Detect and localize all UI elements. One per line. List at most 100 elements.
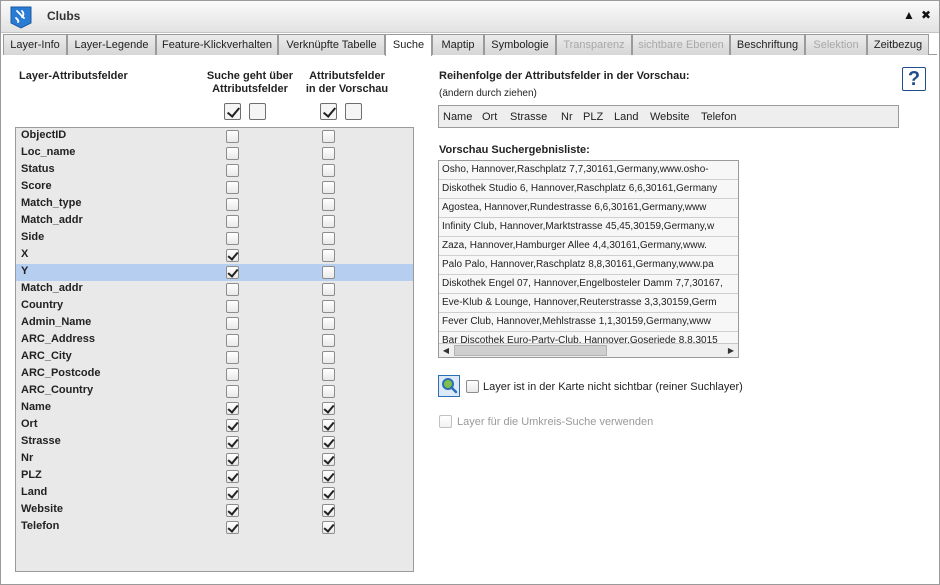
field-row[interactable]: X	[16, 247, 413, 264]
preview-result-row[interactable]: Zaza, Hannover,Hamburger Allee 4,4,30161…	[439, 237, 738, 256]
field-row[interactable]: Match_addr	[16, 281, 413, 298]
order-field-item[interactable]: Ort	[482, 111, 497, 123]
order-field-item[interactable]: PLZ	[583, 111, 603, 123]
field-row[interactable]: Land	[16, 485, 413, 502]
preview-field-checkbox[interactable]	[322, 198, 335, 211]
tab-zeitbezug[interactable]: Zeitbezug	[867, 34, 929, 55]
search-field-checkbox[interactable]	[226, 521, 239, 534]
preview-select-none-checkbox[interactable]	[345, 103, 362, 120]
field-row[interactable]: Admin_Name	[16, 315, 413, 332]
tab-symbologie[interactable]: Symbologie	[484, 34, 556, 55]
tab-sichtbare-ebenen[interactable]: sichtbare Ebenen	[632, 34, 730, 55]
order-field-item[interactable]: Telefon	[701, 111, 736, 123]
preview-result-row[interactable]: Eve-Klub & Lounge, Hannover,Reuterstrass…	[439, 294, 738, 313]
field-row[interactable]: Nr	[16, 451, 413, 468]
order-field-item[interactable]: Website	[650, 111, 690, 123]
collapse-icon[interactable]: ▲	[902, 8, 916, 22]
field-row[interactable]: ARC_Address	[16, 332, 413, 349]
tab-suche[interactable]: Suche	[385, 34, 432, 56]
order-field-item[interactable]: Nr	[561, 111, 573, 123]
preview-field-checkbox[interactable]	[322, 419, 335, 432]
field-row[interactable]: Ort	[16, 417, 413, 434]
preview-field-checkbox[interactable]	[322, 453, 335, 466]
preview-field-checkbox[interactable]	[322, 181, 335, 194]
search-field-checkbox[interactable]	[226, 351, 239, 364]
preview-select-all-checkbox[interactable]	[320, 103, 337, 120]
tab-layer-info[interactable]: Layer-Info	[3, 34, 67, 55]
preview-field-checkbox[interactable]	[322, 521, 335, 534]
close-icon[interactable]: ✖	[919, 8, 933, 22]
search-field-checkbox[interactable]	[226, 249, 239, 262]
search-field-checkbox[interactable]	[226, 402, 239, 415]
search-select-none-checkbox[interactable]	[249, 103, 266, 120]
preview-result-row[interactable]: Osho, Hannover,Raschplatz 7,7,30161,Germ…	[439, 161, 738, 180]
preview-horizontal-scrollbar[interactable]: ◀ ▶	[439, 343, 738, 357]
scrollbar-thumb[interactable]	[454, 345, 607, 356]
search-select-all-checkbox[interactable]	[224, 103, 241, 120]
preview-result-row[interactable]: Palo Palo, Hannover,Raschplatz 8,8,30161…	[439, 256, 738, 275]
tab-feature-klickverhalten[interactable]: Feature-Klickverhalten	[156, 34, 278, 55]
preview-field-checkbox[interactable]	[322, 164, 335, 177]
field-row[interactable]: Telefon	[16, 519, 413, 536]
preview-field-checkbox[interactable]	[322, 402, 335, 415]
tab-maptip[interactable]: Maptip	[432, 34, 484, 55]
tab-selektion[interactable]: Selektion	[805, 34, 867, 55]
attribute-field-list[interactable]: ObjectID Loc_name Status Score Match_type Mat…	[15, 127, 414, 572]
search-field-checkbox[interactable]	[226, 164, 239, 177]
radius-search-checkbox[interactable]	[439, 415, 452, 428]
preview-field-checkbox[interactable]	[322, 130, 335, 143]
field-row[interactable]: ARC_Postcode	[16, 366, 413, 383]
preview-field-checkbox[interactable]	[322, 215, 335, 228]
field-row[interactable]: ARC_City	[16, 349, 413, 366]
preview-field-checkbox[interactable]	[322, 317, 335, 330]
field-row[interactable]: Loc_name	[16, 145, 413, 162]
search-field-checkbox[interactable]	[226, 181, 239, 194]
tab-beschriftung[interactable]: Beschriftung	[730, 34, 805, 55]
field-row[interactable]: Side	[16, 230, 413, 247]
scroll-left-icon[interactable]: ◀	[440, 345, 452, 357]
search-field-checkbox[interactable]	[226, 419, 239, 432]
search-field-checkbox[interactable]	[226, 385, 239, 398]
search-field-checkbox[interactable]	[226, 504, 239, 517]
search-field-checkbox[interactable]	[226, 266, 239, 279]
search-field-checkbox[interactable]	[226, 453, 239, 466]
preview-result-row[interactable]: Diskothek Studio 6, Hannover,Raschplatz …	[439, 180, 738, 199]
search-field-checkbox[interactable]	[226, 368, 239, 381]
field-row[interactable]: Y	[16, 264, 413, 281]
search-field-checkbox[interactable]	[226, 147, 239, 160]
field-row[interactable]: Name	[16, 400, 413, 417]
help-button[interactable]: ?	[902, 67, 926, 91]
field-row[interactable]: Country	[16, 298, 413, 315]
search-field-checkbox[interactable]	[226, 487, 239, 500]
field-row[interactable]: Score	[16, 179, 413, 196]
search-field-checkbox[interactable]	[226, 317, 239, 330]
scroll-right-icon[interactable]: ▶	[725, 345, 737, 357]
preview-result-row[interactable]: Infinity Club, Hannover,Marktstrasse 45,…	[439, 218, 738, 237]
preview-field-checkbox[interactable]	[322, 147, 335, 160]
tab-transparenz[interactable]: Transparenz	[556, 34, 632, 55]
field-row[interactable]: Website	[16, 502, 413, 519]
preview-field-checkbox[interactable]	[322, 351, 335, 364]
field-row[interactable]: Strasse	[16, 434, 413, 451]
title-bar[interactable]: Clubs ▲ ✖	[1, 1, 939, 33]
preview-result-row[interactable]: Diskothek Engel 07, Hannover,Engelbostel…	[439, 275, 738, 294]
tab-verknuepfte-tabelle[interactable]: Verknüpfte Tabelle	[278, 34, 385, 55]
search-field-checkbox[interactable]	[226, 300, 239, 313]
preview-field-checkbox[interactable]	[322, 249, 335, 262]
field-row[interactable]: Status	[16, 162, 413, 179]
field-row[interactable]: ARC_Country	[16, 383, 413, 400]
search-field-checkbox[interactable]	[226, 215, 239, 228]
preview-field-checkbox[interactable]	[322, 283, 335, 296]
preview-field-checkbox[interactable]	[322, 504, 335, 517]
search-field-checkbox[interactable]	[226, 232, 239, 245]
tab-layer-legende[interactable]: Layer-Legende	[67, 34, 156, 55]
order-field-item[interactable]: Land	[614, 111, 638, 123]
search-field-checkbox[interactable]	[226, 334, 239, 347]
field-row[interactable]: Match_addr	[16, 213, 413, 230]
preview-field-checkbox[interactable]	[322, 232, 335, 245]
search-field-checkbox[interactable]	[226, 436, 239, 449]
search-field-checkbox[interactable]	[226, 198, 239, 211]
field-row[interactable]: ObjectID	[16, 128, 413, 145]
hidden-layer-checkbox[interactable]	[466, 380, 479, 393]
preview-field-checkbox[interactable]	[322, 470, 335, 483]
